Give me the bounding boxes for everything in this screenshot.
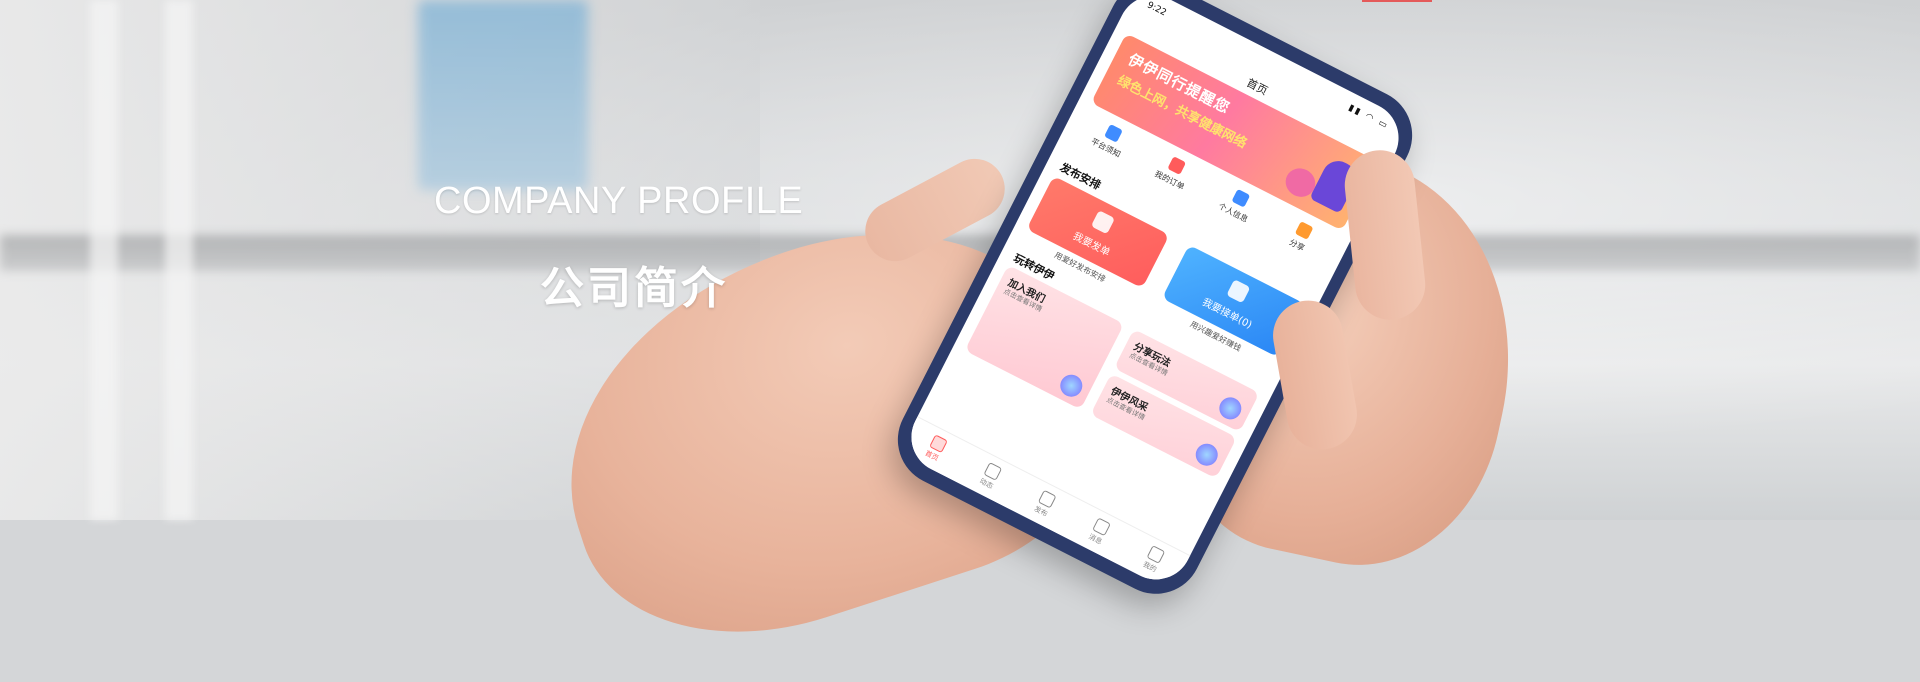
tab-me[interactable]: 我的 (1141, 545, 1166, 575)
gift-icon (1294, 221, 1314, 241)
chat-icon (1092, 517, 1112, 537)
quick-action-label: 分享 (1287, 237, 1307, 253)
tab-messages[interactable]: 消息 (1087, 517, 1112, 547)
hero-eyebrow: COMPANY PROFILE (434, 180, 804, 222)
page-title: 公司简介 (540, 263, 728, 314)
profile-icon (1146, 545, 1166, 565)
hero-text: COMPANY PROFILE 公司简介 (0, 0, 1270, 520)
background-accent (1362, 0, 1432, 2)
